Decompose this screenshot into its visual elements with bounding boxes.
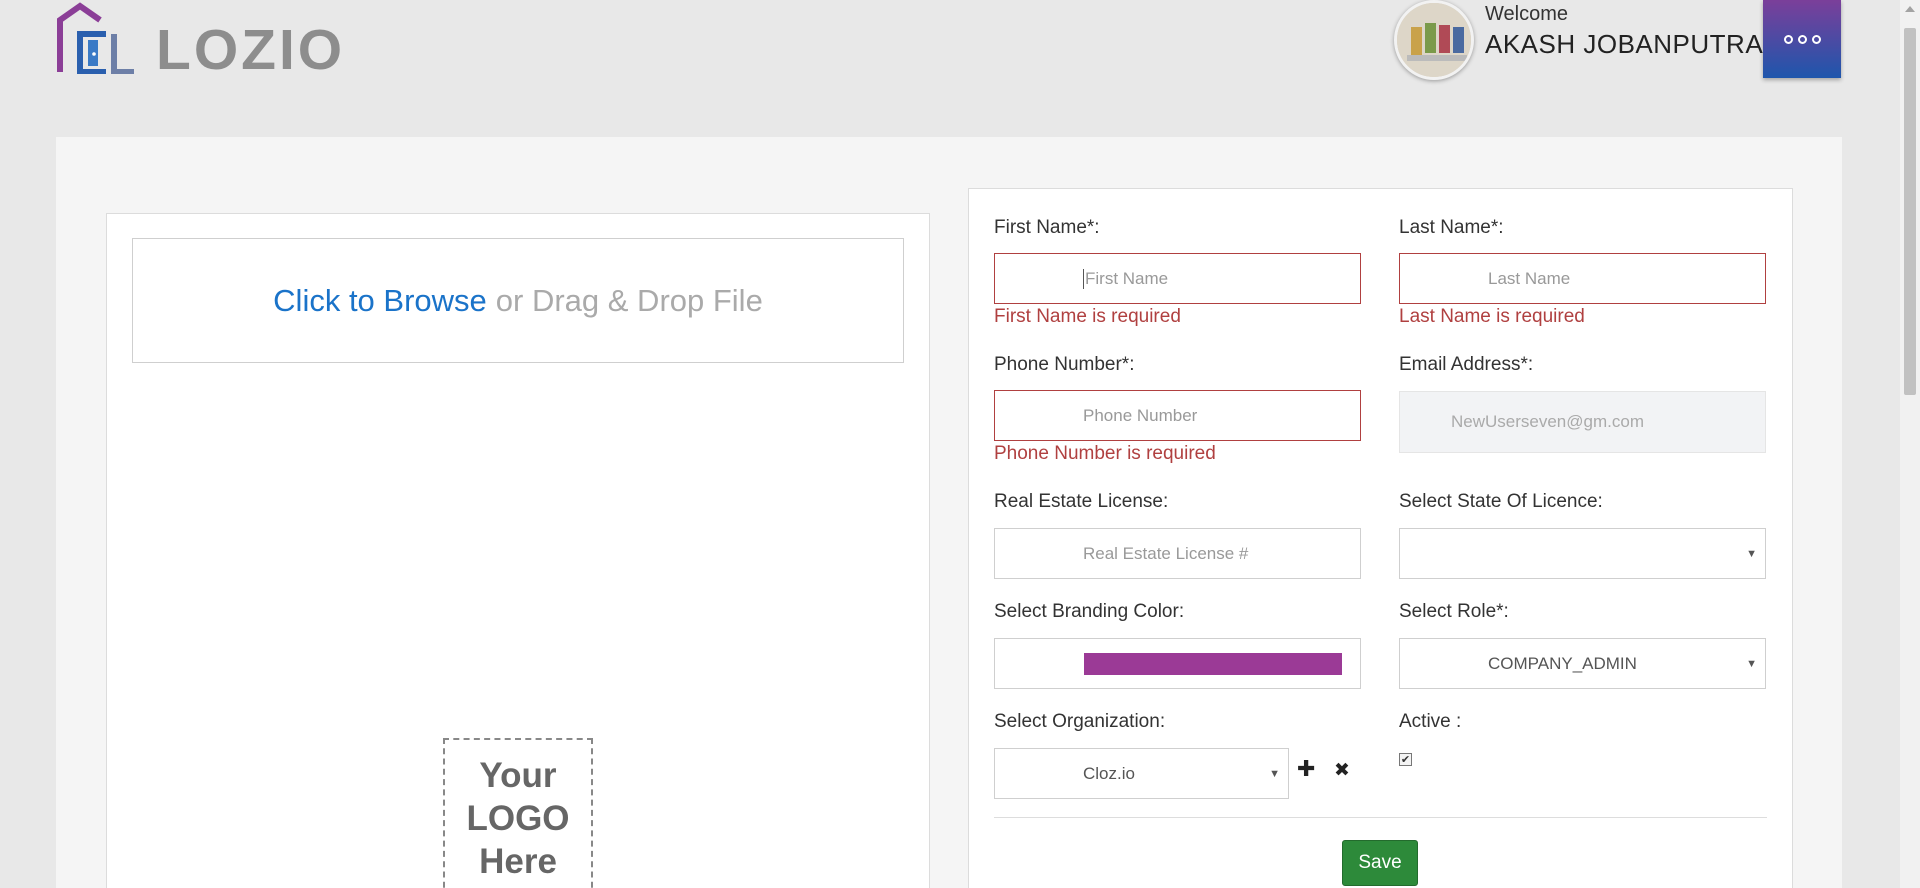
email-value: NewUserseven@gm.com	[1451, 412, 1644, 431]
save-button[interactable]: Save	[1342, 840, 1418, 886]
clozio-logo[interactable]: LOZIO	[56, 2, 342, 79]
chevron-down-icon: ▼	[1269, 767, 1280, 780]
logo-placeholder-line: LOGO	[466, 799, 570, 838]
scrollbar-thumb[interactable]	[1904, 28, 1916, 395]
license-label: Real Estate License:	[994, 491, 1169, 512]
first-name-error: First Name is required	[994, 306, 1181, 327]
phone-label: Phone Number*:	[994, 354, 1135, 375]
license-input[interactable]: Real Estate License #	[994, 528, 1361, 579]
file-dropzone[interactable]: Click to Browse or Drag & Drop File	[132, 238, 904, 363]
phone-error: Phone Number is required	[994, 443, 1216, 464]
scroll-up-icon[interactable]	[1905, 6, 1915, 12]
logo-placeholder: Your LOGO Here	[443, 738, 593, 888]
logo-placeholder-line: Here	[479, 842, 557, 881]
branding-color-picker[interactable]	[994, 638, 1361, 689]
chevron-down-icon: ▼	[1746, 547, 1757, 560]
role-value: COMPANY_ADMIN	[1488, 653, 1637, 673]
welcome-text: Welcome	[1485, 3, 1568, 25]
organization-value: Cloz.io	[1083, 763, 1135, 783]
first-name-placeholder: First Name	[1085, 268, 1169, 288]
first-name-label: First Name*:	[994, 217, 1100, 238]
license-placeholder: Real Estate License #	[1083, 543, 1249, 563]
text-cursor	[1083, 268, 1084, 289]
branding-color-label: Select Branding Color:	[994, 601, 1185, 622]
role-select[interactable]: COMPANY_ADMIN ▼	[1399, 638, 1766, 689]
chevron-down-icon: ▼	[1746, 657, 1757, 670]
state-label: Select State Of Licence:	[1399, 491, 1603, 512]
active-checkbox[interactable]: ✔	[1399, 753, 1412, 766]
organization-select[interactable]: Cloz.io ▼	[994, 748, 1289, 799]
add-organization-icon[interactable]: ✚	[1297, 757, 1315, 782]
last-name-input[interactable]: Last Name	[1399, 253, 1766, 304]
browse-link[interactable]: Click to Browse	[273, 283, 487, 319]
color-swatch	[1084, 653, 1342, 675]
email-field: NewUserseven@gm.com	[1399, 391, 1766, 453]
more-dots-icon	[1783, 34, 1821, 44]
user-name: AKASH JOBANPUTRA	[1485, 29, 1764, 59]
drag-drop-text: or Drag & Drop File	[495, 282, 763, 318]
email-label: Email Address*:	[1399, 354, 1534, 375]
active-label: Active :	[1399, 711, 1462, 732]
role-label: Select Role*:	[1399, 601, 1509, 622]
vertical-scrollbar[interactable]	[1900, 0, 1920, 888]
user-avatar[interactable]	[1394, 0, 1474, 80]
remove-organization-icon[interactable]: ✖	[1334, 759, 1350, 781]
logo-text: LOZIO	[156, 18, 346, 82]
organization-label: Select Organization:	[994, 711, 1166, 732]
more-menu-button[interactable]	[1763, 0, 1841, 78]
phone-input[interactable]: Phone Number	[994, 390, 1361, 441]
last-name-label: Last Name*:	[1399, 217, 1504, 238]
divider	[994, 817, 1767, 818]
first-name-input[interactable]: First Name	[994, 253, 1361, 304]
state-select[interactable]: ▼	[1399, 528, 1766, 579]
last-name-placeholder: Last Name	[1488, 268, 1571, 288]
logo-placeholder-line: Your	[479, 756, 557, 795]
check-icon: ✔	[1400, 753, 1411, 766]
last-name-error: Last Name is required	[1399, 306, 1585, 327]
phone-placeholder: Phone Number	[1083, 405, 1198, 425]
